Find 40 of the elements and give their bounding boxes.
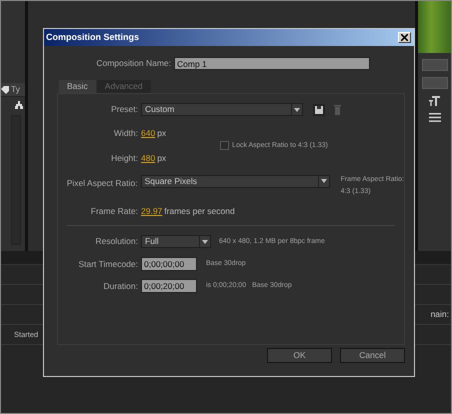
text-size-icon[interactable]: [428, 95, 440, 107]
caret-icon: [320, 179, 327, 183]
name-field[interactable]: Comp 1: [174, 57, 370, 70]
checkbox[interactable]: [220, 141, 230, 150]
unit-label: px: [157, 152, 166, 163]
panel-button[interactable]: [422, 59, 448, 71]
field-label: Duration:: [102, 280, 138, 293]
tab[interactable]: Basic: [59, 80, 96, 93]
field-label: Preset:: [110, 103, 138, 116]
field-label: Height:: [110, 152, 138, 164]
align-icon[interactable]: [428, 113, 440, 122]
field-label: Frame Rate:: [90, 204, 138, 218]
unit-label: frames per second: [164, 206, 235, 216]
caret-icon: [202, 240, 208, 244]
value-scrubber[interactable]: 640: [141, 128, 156, 138]
value-scrubber[interactable]: 29.97: [141, 206, 162, 216]
field-label: Resolution:: [94, 235, 138, 248]
trash-icon[interactable]: [334, 104, 341, 114]
preset-dropdown[interactable]: Custom: [141, 103, 303, 116]
hierarchy-icon: [15, 101, 23, 109]
close-button[interactable]: [398, 32, 411, 43]
field-label: Width:: [112, 127, 138, 140]
timecode-field[interactable]: 0;00;00;00: [141, 257, 197, 272]
resolution-dropdown[interactable]: Full: [141, 235, 211, 248]
caret-icon: [294, 108, 300, 112]
window-title: Composition Settings: [46, 30, 139, 44]
save-icon[interactable]: [313, 104, 325, 116]
dialog-button[interactable]: OK: [267, 348, 332, 363]
field-label: Pixel Aspect Ratio:: [66, 176, 138, 190]
unit-label: px: [157, 128, 166, 138]
level-meter: [418, 1, 451, 53]
timecode-field[interactable]: 0;00;20;00: [141, 279, 197, 294]
panel-label: nain:: [430, 308, 449, 321]
tag-icon: [1, 86, 9, 94]
pixel-aspect-dropdown[interactable]: Square Pixels: [140, 174, 330, 188]
field-label: Composition Name:: [95, 57, 171, 70]
field-label: Start Timecode:: [77, 258, 138, 271]
dialog-button[interactable]: Cancel: [340, 348, 405, 363]
panel-button[interactable]: [422, 77, 448, 89]
value-scrubber[interactable]: 480: [141, 152, 156, 163]
